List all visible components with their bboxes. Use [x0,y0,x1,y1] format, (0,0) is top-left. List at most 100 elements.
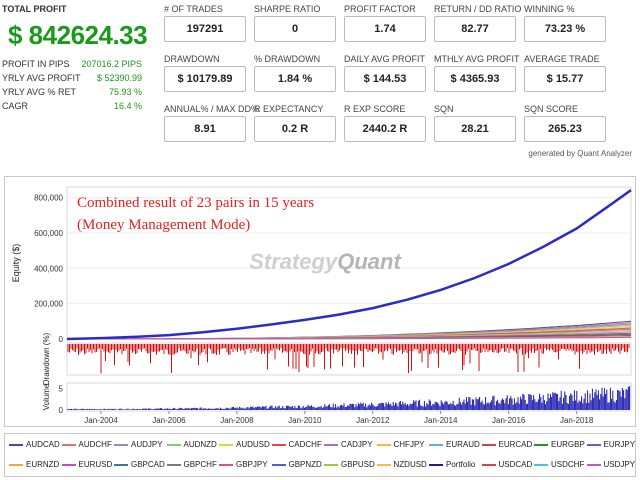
metric-label: DAILY AVG PROFIT [344,54,426,64]
metric-trades: # OF TRADES 197291 [164,4,250,48]
legend-swatch [534,464,548,466]
metric-label: SHARPE RATIO [254,4,321,14]
volume-axis-label: Volume [42,383,51,410]
metric-label: WINNING % [524,4,575,14]
legend-label: AUDNZD [183,440,217,449]
metric-value: 1.84 % [254,66,336,92]
equity-ytick-label: 400,000 [34,264,63,273]
legend-label: AUDCAD [26,440,60,449]
metric-label: AVERAGE TRADE [524,54,600,64]
legend-label: GBPNZD [288,460,322,469]
equity-ytick-label: 0 [59,335,64,344]
metric-value: 0.2 R [254,116,336,142]
legend-swatch [376,464,391,466]
legend-label: GBPJPY [236,460,268,469]
metric-sharpe: SHARPE RATIO 0 [254,4,340,48]
legend-label: EURNZD [26,460,60,469]
legend-swatch [219,464,233,466]
legend-swatch [429,464,443,466]
summary-row-label: YRLY AVG % RET [2,87,77,97]
equity-chart-svg: 0 200,000 400,000 600,000 800,000 StrategyQua… [11,186,632,425]
legend-label: GBPUSD [341,460,375,469]
legend-swatch [481,464,496,466]
equity-ytick-label: 200,000 [34,300,63,309]
legend-swatch [114,444,128,446]
x-tick-label: Jan-2008 [220,416,254,425]
metric-pct-drawdown: % DRAWDOWN 1.84 % [254,54,340,98]
metric-value: $ 10179.89 [164,66,246,92]
metric-value: 73.23 % [524,16,606,42]
equity-chart: 0 200,000 400,000 600,000 800,000 StrategyQua… [4,176,636,427]
legend-swatch [9,444,23,446]
legend-label: USDJPY [603,460,636,469]
legend-swatch [534,444,548,446]
metric-sqn-score: SQN SCORE 265.23 [524,104,610,148]
legend-swatch [324,444,338,446]
metric-profit-factor: PROFIT FACTOR 1.74 [344,4,430,48]
legend-label: AUDJPY [131,440,163,449]
metric-sqn: SQN 28.21 [434,104,520,148]
legend-swatch [376,444,391,446]
metric-value: 197291 [164,16,246,42]
legend-swatch [61,464,76,466]
legend-swatch [61,444,76,446]
x-tick-label: Jan-2010 [288,416,322,425]
metric-value: 1.74 [344,16,426,42]
x-tick-label: Jan-2004 [84,416,118,425]
summary-row-value: 207016.2 PIPS [81,59,142,69]
metric-label: SQN SCORE [524,104,579,114]
legend-swatch [586,464,601,466]
legend-label: EURAUD [446,440,480,449]
legend-label: AUDUSD [236,440,270,449]
metric-label: R EXPECTANCY [254,104,324,114]
metric-label: ANNUAL% / MAX DD% [164,104,260,114]
summary-row-label: CAGR [2,101,29,111]
metric-winning: WINNING % 73.23 % [524,4,610,48]
summary-panel: TOTAL PROFIT $ 842624.33 PROFIT IN PIPS … [0,0,160,168]
metric-label: R EXP SCORE [344,104,406,114]
legend-label: EURUSD [78,460,113,469]
summary-row-value: $ 52390.99 [96,73,142,83]
chart-annotation-line2: (Money Management Mode) [77,217,250,233]
chart-annotation-line1: Combined result of 23 pairs in 15 years [77,195,314,211]
metric-drawdown: DRAWDOWN $ 10179.89 [164,54,250,98]
metric-value: 265.23 [524,116,606,142]
metric-value: $ 4365.93 [434,66,516,92]
metric-label: MTHLY AVG PROFIT [434,54,520,64]
metric-label: PROFIT FACTOR [344,4,416,14]
x-tick-label: Jan-2018 [560,416,594,425]
x-tick-label: Jan-2006 [152,416,186,425]
metric-value: 2440.2 R [344,116,426,142]
metric-value: $ 144.53 [344,66,426,92]
legend-label: EURGBP [551,440,585,449]
legend-swatch [271,444,286,446]
metric-label: RETURN / DD RATIO [434,4,522,14]
summary-row: CAGR 16.4 % [2,100,142,112]
drawdown-axis-label: Drawdown (%) [42,332,51,385]
metric-return-dd: RETURN / DD RATIO 82.77 [434,4,522,48]
legend-label: AUDCHF [78,440,112,449]
metric-annual-maxdd: ANNUAL% / MAX DD% 8.91 [164,104,259,148]
metric-value: 82.77 [434,16,516,42]
summary-row: PROFIT IN PIPS 207016.2 PIPS [2,58,142,70]
equity-ytick-label: 600,000 [34,229,63,238]
metric-label: # OF TRADES [164,4,223,14]
legend-swatch [166,444,181,446]
legend-label: EURCAD [498,440,533,449]
watermark-logo: StrategyQuant [249,249,402,274]
summary-row-value: 16.4 % [113,101,142,111]
legend-label: GBPCHF [183,460,217,469]
legend-label: Portfolio [446,460,476,469]
legend-label: CADJPY [341,440,373,449]
summary-row-label: PROFIT IN PIPS [2,59,70,69]
generated-by-credit: generated by Quant Analyzer [528,149,632,158]
metric-value: 8.91 [164,116,246,142]
legend-swatch [481,444,496,446]
volume-ytick-label: 5 [59,384,64,393]
metric-r-exp-score: R EXP SCORE 2440.2 R [344,104,430,148]
legend-label: EURJPY [603,440,636,449]
legend-label: CADCHF [288,440,322,449]
metric-r-expectancy: R EXPECTANCY 0.2 R [254,104,340,148]
legend-label: GBPCAD [131,460,165,469]
legend-label: USDCAD [498,460,533,469]
